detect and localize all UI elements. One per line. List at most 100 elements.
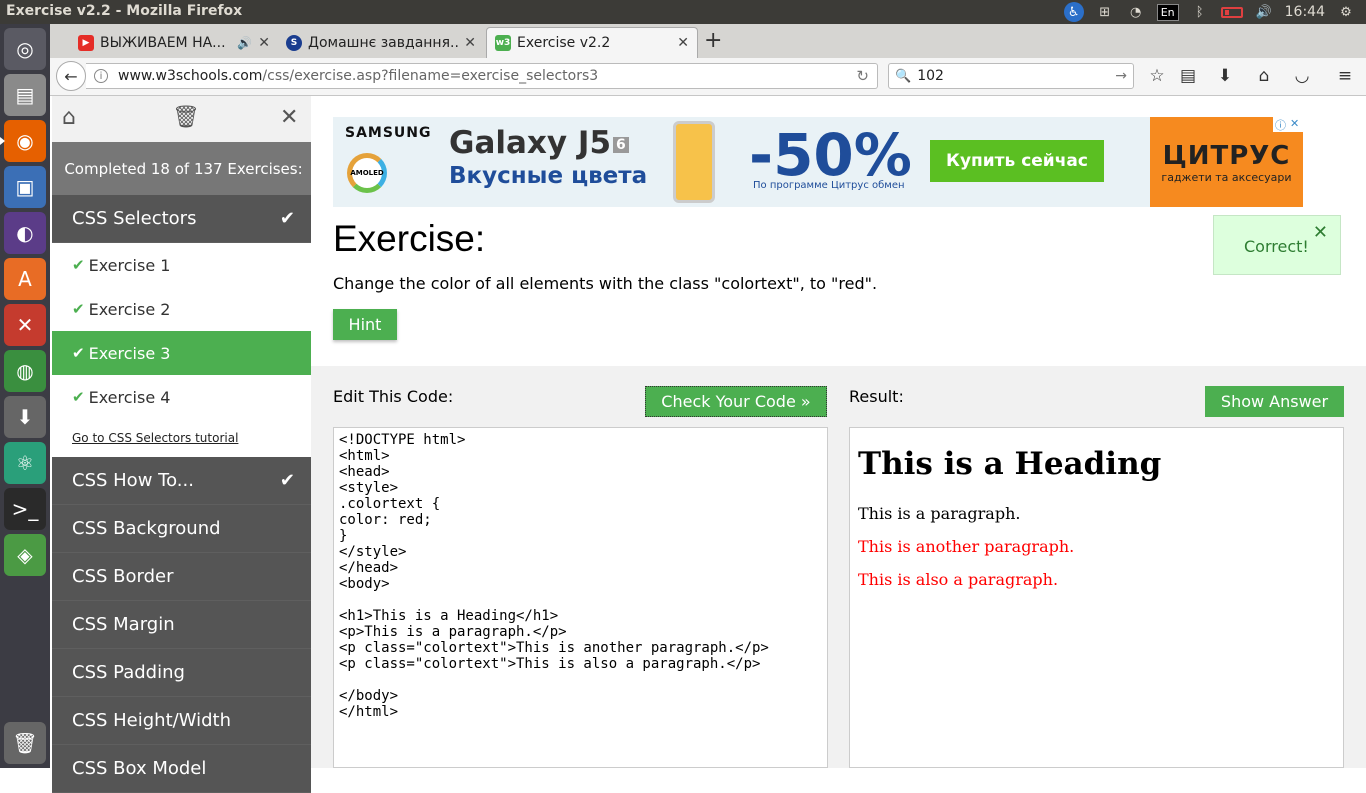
bluetooth-icon[interactable]: ᛒ <box>1190 3 1210 21</box>
category-css-background[interactable]: CSS Background <box>52 505 311 553</box>
close-tab-icon[interactable]: ✕ <box>677 35 689 51</box>
close-tab-icon[interactable]: ✕ <box>258 35 270 51</box>
exercise-item-3[interactable]: ✔ Exercise 3 <box>52 331 311 375</box>
back-button[interactable]: ← <box>56 61 86 91</box>
ad-choices[interactable]: ⓘ ✕ <box>1273 117 1303 132</box>
tutorial-link[interactable]: Go to CSS Selectors tutorial <box>52 419 311 457</box>
sidebar-toolbar: ⌂ 🗑 ✕ <box>52 96 311 142</box>
settings-icon[interactable]: ✕ <box>4 304 46 346</box>
speaker-icon[interactable]: 🔊 <box>237 36 252 50</box>
download-icon[interactable]: ⬇ <box>1214 66 1236 86</box>
ad-close-icon: ✕ <box>1290 117 1300 130</box>
check-code-button[interactable]: Check Your Code » <box>645 386 827 417</box>
check-icon: ✔ <box>279 208 295 229</box>
exercise-item-1[interactable]: ✔ Exercise 1 <box>52 243 311 287</box>
category-css-height-width[interactable]: CSS Height/Width <box>52 697 311 745</box>
system-tray: ♿ ⊞ ◔ En ᛒ 🔊 16:44 ⚙ <box>1063 0 1356 24</box>
search-go-icon[interactable]: → <box>1115 68 1127 84</box>
category-css-selectors[interactable]: CSS Selectors ✔ <box>52 195 311 243</box>
new-tab-button[interactable]: + <box>704 28 722 53</box>
document-viewer-icon[interactable]: ▣ <box>4 166 46 208</box>
eclipse-icon[interactable]: ◐ <box>4 212 46 254</box>
result-colortext-paragraph: This is another paragraph. <box>858 537 1075 556</box>
home-icon[interactable]: ⌂ <box>62 105 76 130</box>
volume-icon[interactable]: 🔊 <box>1254 3 1274 21</box>
ad-info-icon: ⓘ <box>1275 119 1286 132</box>
files-icon[interactable]: ▤ <box>4 74 46 116</box>
youtube-icon: ▶ <box>78 34 94 51</box>
correct-text: Correct! <box>1244 237 1309 256</box>
software-center-icon[interactable]: A <box>4 258 46 300</box>
exercise-item-2[interactable]: ✔ Exercise 2 <box>52 287 311 331</box>
ad-discount: -50% <box>749 121 912 189</box>
reload-icon[interactable]: ↻ <box>856 67 869 85</box>
info-icon[interactable]: i <box>94 69 108 83</box>
tab-exercise[interactable]: w3 Exercise v2.2 ✕ <box>486 27 698 58</box>
keyboard-layout-indicator[interactable]: En <box>1156 3 1179 21</box>
check-icon: ✔ <box>72 300 85 318</box>
chrome-icon[interactable]: ◍ <box>4 350 46 392</box>
close-tab-icon[interactable]: ✕ <box>464 35 476 51</box>
edit-code-label: Edit This Code: <box>333 387 454 406</box>
show-answer-button[interactable]: Show Answer <box>1205 386 1344 417</box>
trash-icon[interactable]: 🗑 <box>172 105 200 130</box>
gear-icon[interactable]: ⚙ <box>1336 3 1356 21</box>
launcher: ◎ ▤ ◉ ▣ ◐ A ✕ ◍ ⬇ ⚛ >_ ◈ 🗑 <box>0 24 50 768</box>
close-icon[interactable]: ✕ <box>280 105 298 130</box>
dash-icon[interactable]: ◎ <box>4 28 46 70</box>
category-label: CSS How To... <box>72 470 194 491</box>
check-icon: ✔ <box>72 344 85 362</box>
exercise-task: Change the color of all elements with th… <box>333 274 878 293</box>
category-css-padding[interactable]: CSS Padding <box>52 649 311 697</box>
pocket-icon[interactable]: ◡ <box>1291 66 1313 86</box>
window-title: Exercise v2.2 - Mozilla Firefox <box>6 3 243 19</box>
firefox-icon[interactable]: ◉ <box>0 120 46 162</box>
advertisement-banner[interactable]: SAMSUNG AMOLED Galaxy J5 6 Вкусные цвета … <box>333 117 1303 207</box>
close-icon[interactable]: ✕ <box>1313 222 1328 243</box>
menu-icon[interactable]: ≡ <box>1334 66 1356 86</box>
tab-bar: ▶ ВЫЖИВАЕМ НА... 🔊 ✕ S Домашнє завдання.… <box>50 24 1366 58</box>
wifi-icon[interactable]: ◔ <box>1126 3 1146 21</box>
download-manager-icon[interactable]: ⬇ <box>4 396 46 438</box>
workspaces-icon[interactable]: ⊞ <box>1095 3 1115 21</box>
atom-icon[interactable]: ⚛ <box>4 442 46 484</box>
exercise-item-4[interactable]: ✔ Exercise 4 <box>52 375 311 419</box>
trash-icon[interactable]: 🗑 <box>4 722 46 764</box>
terminal-icon[interactable]: >_ <box>4 488 46 530</box>
category-css-how-to[interactable]: CSS How To... ✔ <box>52 457 311 505</box>
hint-button[interactable]: Hint <box>333 309 397 340</box>
clock[interactable]: 16:44 <box>1285 4 1325 20</box>
battery-icon[interactable] <box>1220 6 1243 18</box>
result-colortext-paragraph: This is also a paragraph. <box>858 570 1059 589</box>
bookmark-star-icon[interactable]: ☆ <box>1146 66 1168 86</box>
category-label: CSS Padding <box>72 662 185 683</box>
tab-label: ВЫЖИВАЕМ НА... <box>100 34 226 51</box>
exercise-label: Exercise 2 <box>88 299 171 319</box>
accessibility-icon[interactable]: ♿ <box>1063 2 1084 22</box>
tab-homework[interactable]: S Домашнє завдання... ✕ <box>278 27 484 58</box>
search-bar[interactable]: 🔍 102 → <box>888 63 1134 89</box>
category-css-box-model[interactable]: CSS Box Model <box>52 745 311 793</box>
category-label: CSS Height/Width <box>72 710 232 731</box>
category-css-border[interactable]: CSS Border <box>52 553 311 601</box>
category-label: CSS Background <box>72 518 221 539</box>
reading-list-icon[interactable]: ▤ <box>1177 66 1199 86</box>
exercise-label: Exercise 3 <box>88 343 171 363</box>
correct-notification: Correct! ✕ <box>1213 215 1341 275</box>
url-bar[interactable]: i www.w3schools.com/css/exercise.asp?fil… <box>86 63 878 89</box>
skype-icon: S <box>286 34 302 51</box>
code-editor[interactable]: <!DOCTYPE html> <html> <head> <style> .c… <box>333 427 828 768</box>
check-icon: ✔ <box>72 256 85 274</box>
ad-brand: SAMSUNG <box>345 125 432 141</box>
url-text: www.w3schools.com/css/exercise.asp?filen… <box>118 68 599 84</box>
ad-buy-button[interactable]: Купить сейчас <box>930 140 1104 182</box>
home-icon[interactable]: ⌂ <box>1253 66 1275 86</box>
navigation-bar: ← i www.w3schools.com/css/exercise.asp?f… <box>50 58 1366 96</box>
search-value: 102 <box>917 68 944 84</box>
exercise-heading: Exercise: <box>333 218 486 259</box>
category-label: CSS Border <box>72 566 174 587</box>
ad-product: Galaxy J5 6 <box>449 125 629 161</box>
tab-youtube[interactable]: ▶ ВЫЖИВАЕМ НА... 🔊 ✕ <box>70 27 278 58</box>
category-css-margin[interactable]: CSS Margin <box>52 601 311 649</box>
network-icon[interactable]: ◈ <box>4 534 46 576</box>
